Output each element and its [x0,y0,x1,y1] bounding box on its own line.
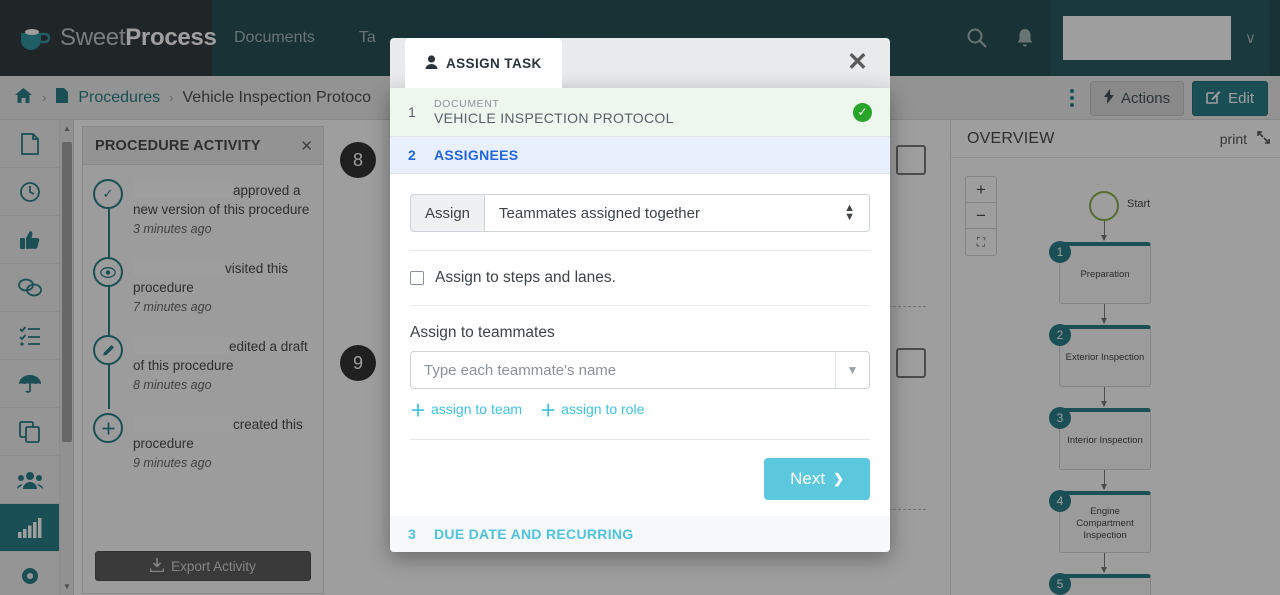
close-icon[interactable]: ✕ [847,50,868,75]
assign-steps-lanes-row[interactable]: Assign to steps and lanes. [410,269,870,287]
modal-tabbar: ASSIGN TASK ✕ [390,38,890,88]
teammates-input[interactable]: Type each teammate's name ▼ [410,351,870,389]
chevron-down-icon[interactable]: ▼ [835,352,869,388]
assign-task-modal: ASSIGN TASK ✕ 1 DOCUMENT VEHICLE INSPECT… [390,38,890,552]
assign-to-role-link[interactable]: ＋ assign to role [540,397,644,421]
spinner-arrows-icon: ▲ ▼ [844,202,855,223]
assign-teammates-label: Assign to teammates [410,324,555,341]
tab-assign-task-label: ASSIGN TASK [446,55,542,71]
modal-step-due-date[interactable]: 3 DUE DATE AND RECURRING [390,516,890,552]
assign-steps-lanes-checkbox[interactable] [410,271,424,285]
modal-body-box: 1 DOCUMENT VEHICLE INSPECTION PROTOCOL ✓… [390,88,890,552]
divider [410,305,870,306]
tab-assign-task[interactable]: ASSIGN TASK [405,38,562,88]
assign-select[interactable]: Teammates assigned together ▲ ▼ [484,194,870,232]
modal-step-title: VEHICLE INSPECTION PROTOCOL [434,110,674,126]
assign-shortcut-links: ＋ assign to team ＋ assign to role [410,397,870,421]
next-button-label: Next [790,469,826,488]
modal-step-labels: DUE DATE AND RECURRING [434,526,872,542]
modal-step-labels: DOCUMENT VEHICLE INSPECTION PROTOCOL [434,98,839,126]
assign-to-team-label: assign to team [431,401,523,417]
modal-step-number: 1 [408,104,416,120]
chevron-right-icon: ❯ [833,471,844,486]
assignees-form: Assign Teammates assigned together ▲ ▼ As… [390,174,890,516]
assign-select-label: Assign [410,194,485,232]
modal-step-number: 3 [408,526,416,542]
modal-step-assignees[interactable]: 2 ASSIGNEES [390,137,890,174]
teammates-input-placeholder: Type each teammate's name [424,361,617,379]
plus-icon: ＋ [540,403,557,420]
assign-steps-lanes-label: Assign to steps and lanes. [435,269,616,286]
modal-footer-actions: Next ❯ [410,458,870,500]
modal-step-title: DUE DATE AND RECURRING [434,526,634,542]
next-button[interactable]: Next ❯ [764,458,870,500]
divider [410,250,870,251]
divider [410,439,870,440]
plus-icon: ＋ [410,403,427,420]
assign-select-group: Assign Teammates assigned together ▲ ▼ [410,194,870,232]
assign-to-role-label: assign to role [561,401,645,417]
modal-step-kicker: DOCUMENT [434,98,500,110]
check-circle-icon: ✓ [853,102,872,122]
modal-step-number: 2 [408,147,416,163]
modal-step-labels: ASSIGNEES [434,147,872,163]
app-root: SweetProcess Documents Ta ∨ › Procedures… [0,0,1280,595]
person-icon [425,54,438,72]
modal-step-document[interactable]: 1 DOCUMENT VEHICLE INSPECTION PROTOCOL ✓ [390,88,890,137]
assign-select-value: Teammates assigned together [499,204,700,222]
assign-to-team-link[interactable]: ＋ assign to team [410,397,522,421]
modal-step-title: ASSIGNEES [434,147,519,163]
